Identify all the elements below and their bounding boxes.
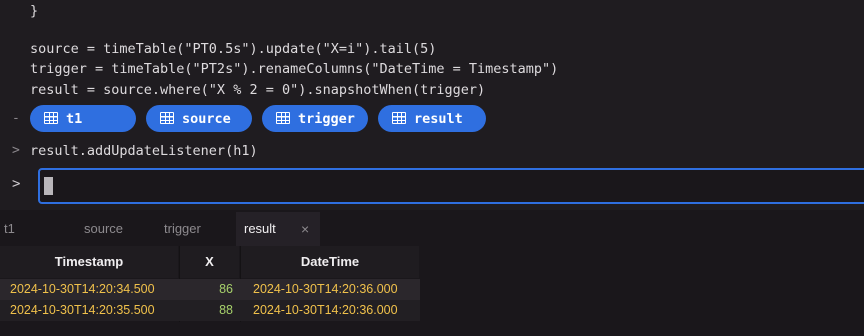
chip-trigger[interactable]: trigger bbox=[262, 105, 368, 132]
chip-source[interactable]: source bbox=[146, 105, 252, 132]
code-line: } bbox=[30, 3, 39, 19]
chip-label: source bbox=[182, 110, 231, 127]
column-header-timestamp[interactable]: Timestamp bbox=[0, 246, 178, 278]
table-icon bbox=[160, 112, 174, 124]
result-table: Timestamp X DateTime 2024-10-30T14:20:34… bbox=[0, 246, 864, 336]
chip-label: trigger bbox=[298, 110, 355, 127]
code-line: result.addUpdateListener(h1) bbox=[30, 143, 258, 159]
table-icon bbox=[392, 112, 406, 124]
input-prompt: > bbox=[12, 176, 21, 192]
tab-trigger[interactable]: trigger bbox=[164, 212, 234, 246]
cell-x: 86 bbox=[219, 282, 233, 296]
text-cursor bbox=[44, 177, 53, 195]
cell-timestamp: 2024-10-30T14:20:34.500 bbox=[10, 282, 155, 296]
table-row[interactable]: 2024-10-30T14:20:35.500 88 2024-10-30T14… bbox=[0, 300, 420, 321]
column-header-datetime[interactable]: DateTime bbox=[241, 246, 419, 278]
code-line: trigger = timeTable("PT2s").renameColumn… bbox=[30, 61, 559, 77]
chip-label: t1 bbox=[66, 110, 83, 127]
cell-timestamp: 2024-10-30T14:20:35.500 bbox=[10, 303, 155, 317]
code-line: result = source.where("X % 2 = 0").snaps… bbox=[30, 82, 486, 98]
chip-t1[interactable]: t1 bbox=[30, 105, 136, 132]
table-icon bbox=[276, 112, 290, 124]
gutter-dash: - bbox=[12, 111, 20, 126]
cell-x: 88 bbox=[219, 303, 233, 317]
table-icon bbox=[44, 112, 58, 124]
tab-source[interactable]: source bbox=[84, 212, 160, 246]
cell-datetime: 2024-10-30T14:20:36.000 bbox=[253, 303, 398, 317]
cell-datetime: 2024-10-30T14:20:36.000 bbox=[253, 282, 398, 296]
console-input[interactable] bbox=[38, 168, 864, 204]
tab-t1[interactable]: t1 bbox=[4, 212, 80, 246]
gutter-prompt: > bbox=[12, 143, 20, 158]
output-chips: t1 source trigger result bbox=[30, 105, 486, 132]
close-icon[interactable]: × bbox=[301, 212, 309, 246]
code-line: source = timeTable("PT0.5s").update("X=i… bbox=[30, 41, 437, 57]
console-panel: } source = timeTable("PT0.5s").update("X… bbox=[0, 0, 864, 210]
tab-bar: t1 source trigger result × bbox=[0, 212, 864, 246]
column-header-x[interactable]: X bbox=[180, 246, 239, 278]
chip-result[interactable]: result bbox=[378, 105, 486, 132]
chip-label: result bbox=[414, 110, 463, 127]
table-row[interactable]: 2024-10-30T14:20:34.500 86 2024-10-30T14… bbox=[0, 279, 420, 300]
